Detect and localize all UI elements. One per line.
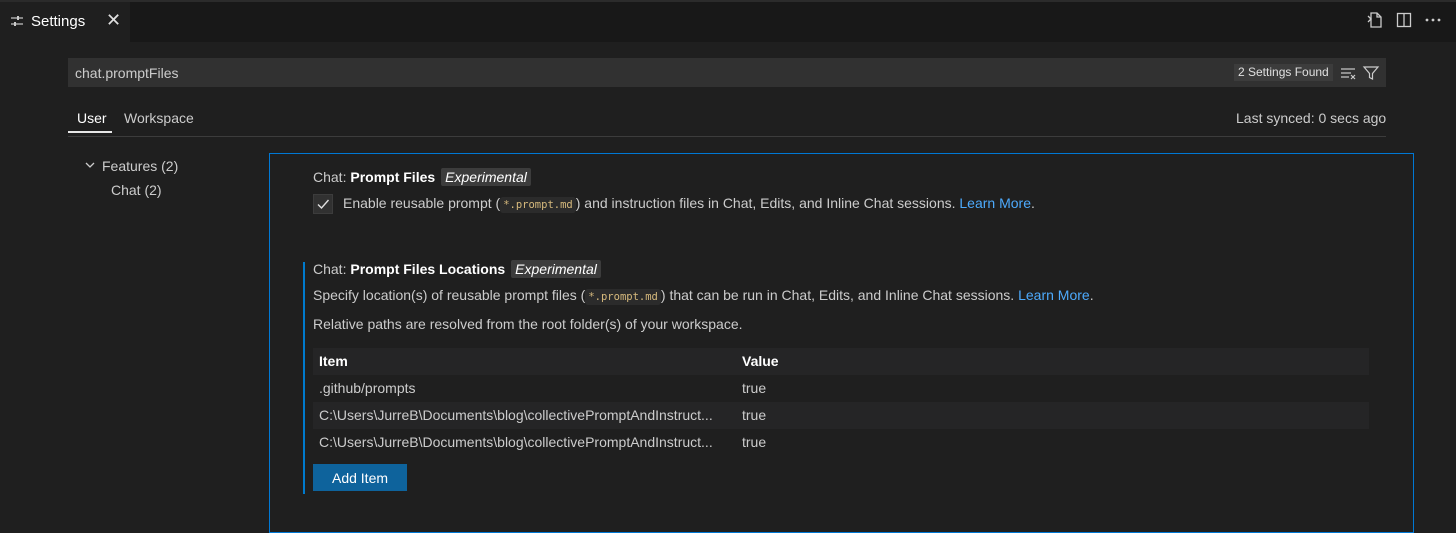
more-actions-icon[interactable] [1424, 11, 1442, 29]
table-header: Item Value [313, 348, 1369, 375]
toc-item-chat[interactable]: Chat (2) [111, 182, 162, 198]
settings-tab[interactable]: Settings ✕ [0, 2, 130, 42]
description-text: Enable reusable prompt ( [343, 195, 501, 211]
open-settings-json-icon[interactable] [1366, 11, 1384, 29]
tab-title: Settings [31, 13, 86, 30]
split-editor-icon[interactable] [1395, 11, 1413, 29]
column-header-item: Item [319, 353, 348, 369]
row-item: C:\Users\JurreB\Documents\blog\collectiv… [319, 434, 713, 450]
close-icon[interactable]: ✕ [106, 11, 121, 29]
row-item: .github/prompts [319, 380, 416, 396]
row-value: true [742, 407, 767, 423]
results-count-badge: 2 Settings Found [1234, 64, 1333, 81]
header-divider [68, 136, 1386, 137]
learn-more-link[interactable]: Learn More [1018, 287, 1090, 303]
setting-category: Chat: [313, 169, 351, 185]
row-item: C:\Users\JurreB\Documents\blog\collectiv… [319, 407, 713, 423]
setting-description: Enable reusable prompt (*.prompt.md) and… [343, 195, 1035, 213]
check-icon [317, 199, 330, 210]
setting-name: Prompt Files Locations [350, 261, 506, 277]
add-item-button[interactable]: Add Item [313, 464, 407, 491]
active-tab-indicator [68, 131, 112, 133]
code-snippet: *.prompt.md [585, 289, 661, 305]
chevron-down-icon[interactable] [84, 159, 96, 171]
table-row[interactable]: C:\Users\JurreB\Documents\blog\collectiv… [313, 429, 1369, 456]
description-period: . [1030, 195, 1035, 211]
setting-description: Specify location(s) of reusable prompt f… [313, 287, 1094, 305]
setting-title-prompt-files-locations: Chat: Prompt Files Locations Experimental [313, 260, 601, 278]
experimental-badge: Experimental [441, 168, 531, 186]
editor-tab-bar [0, 0, 1456, 42]
row-value: true [742, 380, 767, 396]
setting-category: Chat: [313, 261, 351, 277]
description-text: ) that can be run in Chat, Edits, and In… [660, 287, 1019, 303]
setting-title-prompt-files: Chat: Prompt Files Experimental [313, 168, 531, 186]
settings-sliders-icon [11, 16, 23, 26]
settings-search: 2 Settings Found [68, 58, 1386, 87]
setting-name: Prompt Files [350, 169, 436, 185]
column-header-value: Value [742, 353, 779, 369]
toc-item-features[interactable]: Features (2) [102, 158, 178, 174]
table-row[interactable]: .github/prompts true [313, 375, 1369, 402]
description-text: Specify location(s) of reusable prompt f… [313, 287, 586, 303]
prompt-files-checkbox[interactable] [313, 194, 333, 214]
description-text: ) and instruction files in Chat, Edits, … [575, 195, 960, 211]
experimental-badge: Experimental [511, 260, 601, 278]
learn-more-link[interactable]: Learn More [959, 195, 1031, 211]
search-input[interactable] [68, 58, 1218, 87]
filter-icon[interactable] [1362, 64, 1380, 82]
tab-workspace[interactable]: Workspace [124, 110, 194, 126]
last-synced-status: Last synced: 0 secs ago [1236, 110, 1387, 126]
description-period: . [1089, 287, 1094, 303]
code-snippet: *.prompt.md [500, 197, 576, 213]
clear-filter-icon[interactable] [1339, 64, 1357, 82]
row-value: true [742, 434, 767, 450]
focused-setting-indicator [303, 262, 305, 494]
table-row[interactable]: C:\Users\JurreB\Documents\blog\collectiv… [313, 402, 1369, 429]
tab-user[interactable]: User [77, 110, 107, 126]
setting-description-secondary: Relative paths are resolved from the roo… [313, 316, 743, 332]
